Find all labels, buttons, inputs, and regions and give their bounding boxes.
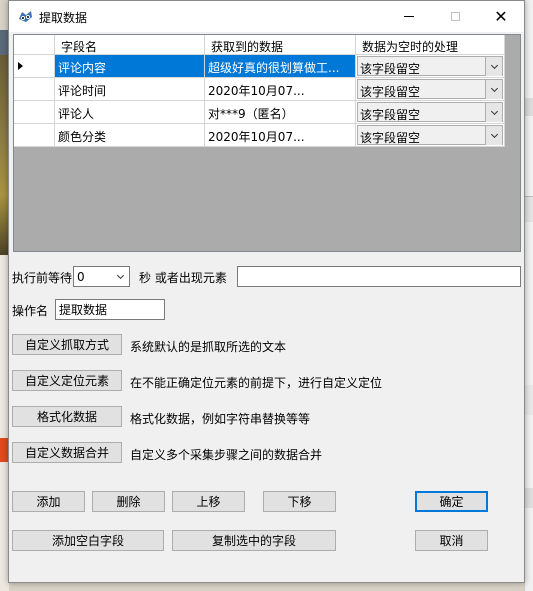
- data-cell[interactable]: 2020年10月07...: [205, 78, 356, 101]
- row-header[interactable]: [14, 101, 55, 124]
- add-blank-field-button[interactable]: 添加空白字段: [12, 530, 164, 551]
- data-cell[interactable]: 对***9（匿名）: [205, 101, 356, 124]
- column-header-data[interactable]: 获取到的数据: [205, 35, 356, 55]
- field-name-cell[interactable]: 评论内容: [55, 55, 205, 78]
- chevron-down-icon[interactable]: [485, 80, 502, 99]
- ok-button[interactable]: 确定: [415, 491, 488, 512]
- field-grid[interactable]: 字段名 获取到的数据 数据为空时的处理 评论内容 超级好真的很划算做工... 该…: [13, 34, 521, 252]
- custom-locate-button[interactable]: 自定义定位元素: [12, 370, 122, 391]
- minimize-button[interactable]: [386, 1, 432, 32]
- maximize-icon: [450, 12, 460, 21]
- maximize-button: [432, 1, 478, 32]
- grid-corner-header: [14, 35, 55, 55]
- extract-data-dialog: 提取数据 ✕ 字段名 获取到的数据 数据为空时的处理 评论内容 超级好真的很划算…: [8, 0, 525, 583]
- current-row-arrow-icon: [18, 62, 23, 70]
- chevron-down-icon[interactable]: [485, 57, 502, 76]
- row-header[interactable]: [14, 124, 55, 147]
- add-button[interactable]: 添加: [12, 491, 85, 512]
- operation-name-input[interactable]: [55, 299, 165, 320]
- delete-button[interactable]: 删除: [92, 491, 165, 512]
- data-cell[interactable]: 2020年10月07...: [205, 124, 356, 147]
- merge-data-button[interactable]: 自定义数据合并: [12, 442, 122, 463]
- row-header[interactable]: [14, 78, 55, 101]
- minimize-icon: [404, 16, 414, 17]
- field-name-cell[interactable]: 颜色分类: [55, 124, 205, 147]
- format-data-button[interactable]: 格式化数据: [12, 406, 122, 427]
- merge-data-description: 自定义多个采集步骤之间的数据合并: [130, 448, 323, 462]
- chevron-down-icon[interactable]: [485, 126, 502, 145]
- wait-unit-label: 秒 或者出现元素: [139, 271, 227, 285]
- data-cell[interactable]: 超级好真的很划算做工...: [205, 55, 356, 78]
- custom-capture-description: 系统默认的是抓取所选的文本: [130, 340, 287, 354]
- operation-name-label: 操作名: [12, 304, 49, 318]
- chevron-down-icon: [116, 271, 125, 280]
- cancel-button[interactable]: 取消: [415, 530, 488, 551]
- row-header[interactable]: [14, 55, 55, 78]
- title-bar: 提取数据 ✕: [9, 1, 524, 32]
- background-app-right-edge: [524, 0, 533, 591]
- wait-label: 执行前等待: [12, 271, 73, 285]
- column-header-empty-handling[interactable]: 数据为空时的处理: [356, 35, 505, 55]
- custom-locate-description: 在不能正确定位元素的前提下，进行自定义定位: [130, 376, 383, 390]
- empty-handling-dropdown[interactable]: 该字段留空: [356, 78, 505, 101]
- format-data-description: 格式化数据，例如字符串替换等等: [130, 412, 311, 426]
- field-name-cell[interactable]: 评论人: [55, 101, 205, 124]
- app-icon: [19, 11, 32, 22]
- move-up-button[interactable]: 上移: [172, 491, 245, 512]
- chevron-down-icon[interactable]: [485, 103, 502, 122]
- empty-handling-dropdown[interactable]: 该字段留空: [356, 101, 505, 124]
- window-title: 提取数据: [39, 11, 88, 25]
- empty-handling-dropdown[interactable]: 该字段留空: [356, 55, 505, 78]
- empty-handling-dropdown[interactable]: 该字段留空: [356, 124, 505, 147]
- move-down-button[interactable]: 下移: [263, 491, 336, 512]
- close-button[interactable]: ✕: [478, 1, 524, 32]
- copy-selected-field-button[interactable]: 复制选中的字段: [172, 530, 336, 551]
- wait-element-input[interactable]: [237, 266, 521, 287]
- field-name-cell[interactable]: 评论时间: [55, 78, 205, 101]
- custom-capture-button[interactable]: 自定义抓取方式: [12, 334, 122, 355]
- close-icon: ✕: [494, 7, 508, 26]
- wait-seconds-select[interactable]: 0: [73, 266, 130, 287]
- column-header-field[interactable]: 字段名: [55, 35, 205, 55]
